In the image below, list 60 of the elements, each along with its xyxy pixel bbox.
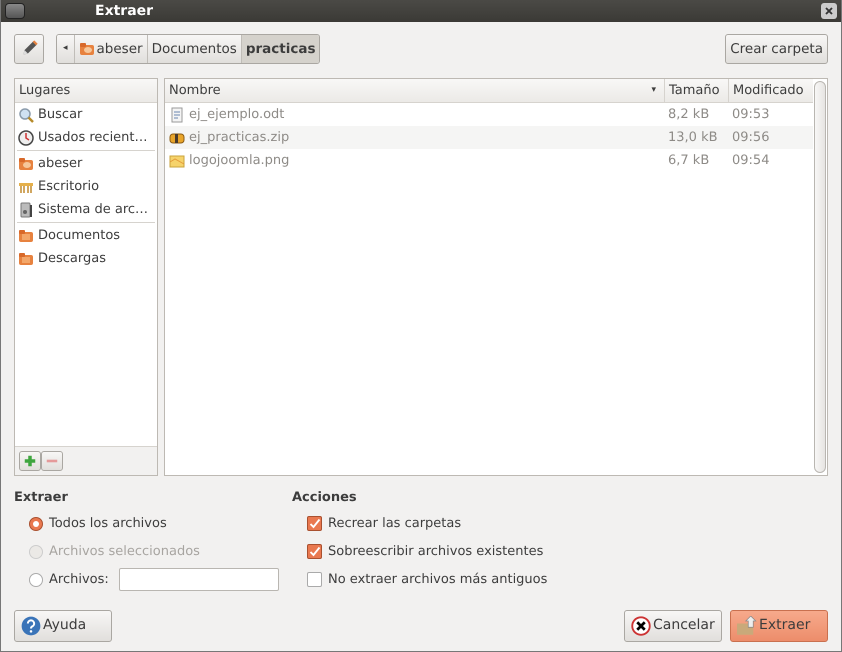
sidebar-item[interactable]: Descargas (15, 247, 157, 270)
sidebar-item[interactable]: Escritorio (15, 175, 157, 198)
create-folder-button[interactable]: Crear carpeta (725, 34, 828, 64)
file-time: 09:54 (732, 152, 770, 168)
plus-icon (23, 454, 37, 468)
back-button[interactable]: ◂ (57, 35, 74, 63)
sort-indicator: ▾ (651, 84, 656, 98)
clock-icon (18, 130, 34, 146)
help-button[interactable]: Ayuda (14, 610, 112, 642)
window-title: Extraer (95, 2, 154, 20)
sidebar-item[interactable]: Documentos (15, 224, 157, 247)
file-size: 8,2 kB (668, 106, 710, 122)
folder-icon (18, 250, 34, 266)
add-button[interactable] (19, 451, 41, 471)
edit-location-button[interactable] (14, 34, 44, 64)
document-icon (169, 106, 185, 122)
checkbox[interactable] (307, 572, 322, 587)
option-label: Sobreescribir archivos existentes (328, 542, 544, 561)
section-title: Acciones (292, 489, 358, 507)
file-time: 09:53 (732, 106, 770, 122)
sidebar-item[interactable]: Usados recient… (15, 126, 157, 149)
window-menu-button[interactable] (5, 3, 25, 19)
column-header[interactable]: Tamaño (664, 79, 728, 103)
file-size: 13,0 kB (668, 130, 718, 145)
sidebar-item[interactable]: abeser (15, 152, 157, 175)
close-icon (823, 5, 835, 17)
home-folder-icon (18, 156, 34, 172)
sidebar-item[interactable]: Buscar (15, 103, 157, 126)
file-time: 09:56 (732, 130, 770, 145)
image-icon (169, 152, 185, 168)
column-header[interactable]: Modificado (728, 79, 813, 103)
home-folder-icon (78, 41, 95, 57)
help-icon (21, 616, 41, 636)
option-label: Archivos: (49, 570, 109, 589)
checkbox[interactable] (307, 516, 322, 531)
search-icon (18, 106, 34, 122)
checkbox[interactable] (307, 544, 322, 559)
option-label: No extraer archivos más antiguos (328, 570, 548, 589)
close-button[interactable] (821, 3, 837, 19)
cancel-button[interactable]: Cancelar (624, 610, 722, 642)
path-segment[interactable]: Documentos (146, 35, 241, 63)
sidebar-item[interactable]: Sistema de arc… (15, 198, 157, 221)
option-label: Recrear las carpetas (328, 514, 462, 533)
file-pattern-field[interactable] (118, 568, 279, 591)
path-segment[interactable]: practicas (240, 35, 320, 63)
folder-icon (18, 228, 34, 244)
option-label: Todos los archivos (49, 514, 167, 533)
radio-button[interactable] (29, 516, 43, 530)
scrollbar[interactable] (814, 81, 826, 473)
path-segment[interactable]: abeser (74, 35, 147, 63)
sidebar-header: Lugares (15, 79, 157, 103)
section-title: Extraer (14, 489, 69, 507)
extract-button[interactable]: Extraer (730, 610, 828, 642)
column-header[interactable]: Nombre ▾ (165, 79, 664, 103)
file-size: 6,7 kB (668, 152, 710, 168)
box-icon (737, 616, 757, 636)
option-label: Archivos seleccionados (49, 542, 200, 561)
cancel-icon (631, 616, 651, 636)
drive-icon (18, 202, 34, 218)
radio-button[interactable] (29, 572, 43, 586)
